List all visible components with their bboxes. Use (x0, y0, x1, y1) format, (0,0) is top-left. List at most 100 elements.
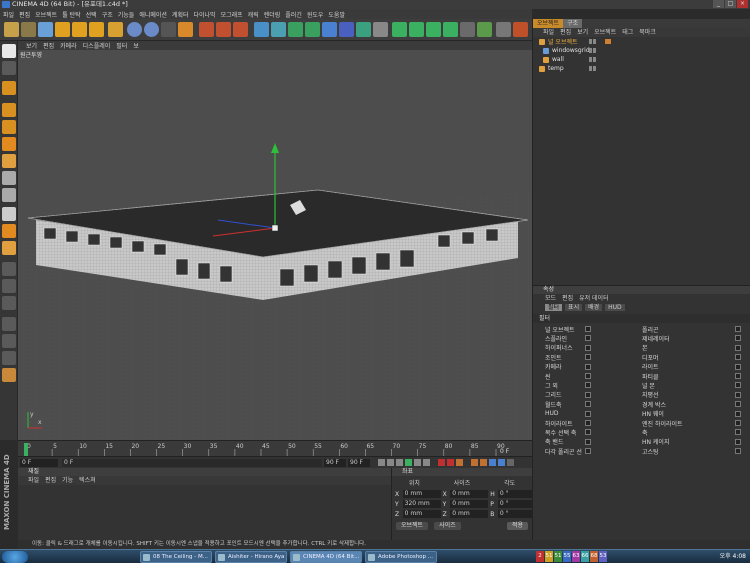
menu-selection[interactable]: 선택 (86, 10, 97, 19)
uv-points-icon[interactable] (2, 171, 16, 185)
render-picture-viewer-icon[interactable] (216, 22, 231, 37)
visibility-dots[interactable] (589, 39, 596, 44)
start-button[interactable] (2, 551, 28, 563)
filter-checkbox[interactable] (735, 363, 741, 370)
render-settings-icon[interactable] (233, 22, 248, 37)
light-icon[interactable] (373, 22, 388, 37)
bodypaint-icon[interactable] (513, 22, 528, 37)
add-tool-icon[interactable] (108, 22, 123, 37)
filter-checkbox[interactable] (585, 335, 591, 342)
filter-checkbox[interactable] (585, 344, 591, 351)
play-icon[interactable] (405, 459, 412, 466)
workplane-icon[interactable] (2, 154, 16, 168)
menu-object[interactable]: 오브젝트 (35, 10, 57, 19)
viewport-menu-display[interactable]: 디스플레이 (83, 41, 111, 50)
3d-viewport[interactable]: y x (18, 50, 532, 440)
tray-indicator[interactable]: 53 (599, 551, 607, 562)
tray-indicator[interactable]: 66 (581, 551, 589, 562)
undo-icon[interactable] (4, 22, 19, 37)
menu-edit[interactable]: 편집 (19, 10, 30, 19)
om-menu-tag[interactable]: 태그 (622, 28, 633, 37)
filter-checkbox[interactable] (735, 410, 741, 417)
object-row-windowsgrid[interactable]: windowsgrid (533, 46, 750, 55)
live-selection-icon[interactable] (38, 22, 53, 37)
menu-functions[interactable]: 기능들 (118, 10, 135, 19)
coord-p-rot[interactable]: 0 ° (497, 500, 532, 508)
menu-tools[interactable]: 툴 탄탁 (62, 10, 80, 19)
uv-polygons-icon[interactable] (2, 188, 16, 202)
auto-key-icon[interactable] (447, 459, 454, 466)
timeline-playhead[interactable] (24, 443, 28, 456)
max-frame-field[interactable]: 90 F (348, 459, 370, 467)
points-mode-icon[interactable] (2, 103, 16, 117)
tab-objects[interactable]: 오브젝트 (533, 19, 564, 28)
menu-help[interactable]: 도움말 (328, 10, 345, 19)
viewport-menu-filter[interactable]: 필터 (116, 41, 127, 50)
mat-menu-edit[interactable]: 편집 (45, 476, 56, 485)
filter-checkbox[interactable] (585, 401, 591, 408)
coord-y-size[interactable]: 0 mm (450, 500, 489, 508)
x-axis-lock-icon[interactable] (127, 22, 142, 37)
array-icon[interactable] (305, 22, 320, 37)
phong-tag-icon[interactable] (605, 39, 611, 44)
am-menu-mode[interactable]: 모드 (545, 294, 556, 303)
coord-size-dropdown[interactable]: 사이즈 (434, 522, 461, 530)
menu-structure[interactable]: 구조 (102, 10, 113, 19)
menu-animation[interactable]: 애니메이션 (139, 10, 167, 19)
menu-dynamics[interactable]: 다이나믹 (193, 10, 215, 19)
filter-checkbox[interactable] (735, 382, 741, 389)
visibility-dots[interactable] (589, 48, 596, 53)
timeline-settings-icon[interactable] (507, 459, 514, 466)
go-end-icon[interactable] (423, 459, 430, 466)
filter-checkbox[interactable] (735, 335, 741, 342)
mat-menu-function[interactable]: 기능 (62, 476, 73, 485)
coord-x-size[interactable]: 0 mm (450, 490, 489, 498)
brush-tool-icon[interactable] (2, 368, 16, 382)
object-center[interactable] (271, 224, 279, 232)
coordinate-system-icon[interactable] (178, 22, 193, 37)
mograph-effector-icon[interactable] (426, 22, 441, 37)
current-frame-readout[interactable]: 0 F (500, 448, 510, 455)
mograph-tracer-icon[interactable] (460, 22, 475, 37)
coord-y-pos[interactable]: 320 mm (402, 500, 441, 508)
viewport-menu-view2[interactable]: 보 (133, 41, 139, 50)
key-rot-icon[interactable] (480, 459, 487, 466)
coord-h-rot[interactable]: 0 ° (497, 490, 532, 498)
filter-checkbox[interactable] (585, 410, 591, 417)
key-scale-icon[interactable] (471, 459, 478, 466)
taskbar-item-aishiter[interactable]: Aishiter - Hirano Aya (215, 551, 287, 563)
filter-checkbox[interactable] (585, 419, 591, 426)
viewport-menu-camera[interactable]: 카메라 (60, 41, 77, 50)
visibility-dots[interactable] (589, 57, 596, 62)
filter-checkbox[interactable] (585, 372, 591, 379)
coord-b-rot[interactable]: 0 ° (497, 510, 532, 518)
filter-checkbox[interactable] (735, 419, 741, 426)
taskbar-item-photoshop[interactable]: Adobe Photoshop ... (365, 551, 437, 563)
minimize-button[interactable]: _ (713, 0, 724, 8)
environment-icon[interactable] (339, 22, 354, 37)
quantize-icon[interactable] (2, 279, 16, 293)
coord-mode-dropdown[interactable]: 오브젝트 (396, 522, 429, 530)
om-menu-edit[interactable]: 편집 (560, 28, 571, 37)
snap-icon[interactable] (2, 207, 16, 221)
lock-workplane-icon[interactable] (2, 296, 16, 310)
key-param-icon[interactable] (489, 459, 496, 466)
tray-indicator[interactable]: 63 (572, 551, 580, 562)
om-menu-view[interactable]: 보기 (577, 28, 588, 37)
filter-checkbox[interactable] (735, 326, 741, 332)
filter-checkbox[interactable] (585, 429, 591, 436)
am-menu-userdata[interactable]: 유저 데이터 (579, 294, 609, 303)
y-axis-lock-icon[interactable] (144, 22, 159, 37)
polygons-mode-icon[interactable] (2, 137, 16, 151)
render-view-icon[interactable] (199, 22, 214, 37)
viewport-menu-view[interactable]: 보기 (26, 41, 37, 50)
filter-checkbox[interactable] (735, 372, 741, 379)
coord-z-pos[interactable]: 0 mm (402, 510, 441, 518)
object-row-wall[interactable]: wall (533, 55, 750, 64)
scale-tool-icon[interactable] (72, 22, 87, 37)
knife-tool-icon[interactable] (2, 317, 16, 331)
end-frame-field[interactable]: 90 F (324, 459, 346, 467)
taskbar-item-cinema4d[interactable]: CINEMA 4D (64 Bit... (290, 551, 362, 563)
filter-checkbox[interactable] (585, 326, 591, 332)
menu-character[interactable]: 캐릭 (248, 10, 259, 19)
